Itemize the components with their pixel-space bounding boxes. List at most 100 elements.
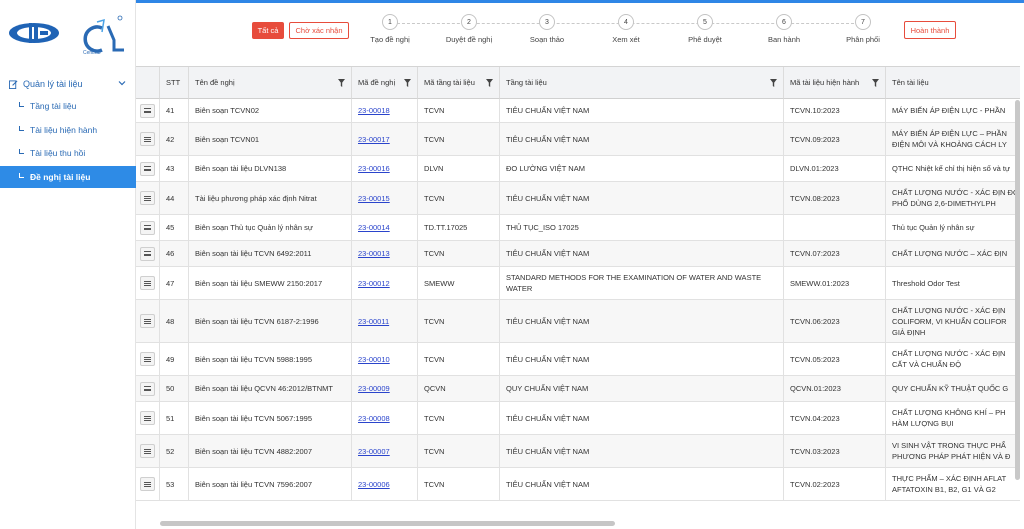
- row-menu-cell[interactable]: [136, 343, 160, 376]
- step-approve-proposal[interactable]: 2 Duyệt đề nghị: [434, 14, 504, 44]
- row-menu-button[interactable]: [140, 352, 155, 366]
- vertical-scrollbar[interactable]: [1015, 100, 1020, 480]
- logo-area: CenLab: [0, 0, 136, 66]
- proposal-code-cell[interactable]: 23-00014: [352, 215, 418, 241]
- row-menu-button[interactable]: [140, 220, 155, 235]
- tier-cell: TIÊU CHUẨN VIỆT NAM: [500, 99, 784, 123]
- row-menu-button[interactable]: [140, 161, 155, 176]
- stt-cell: 46: [160, 241, 189, 267]
- row-menu-button[interactable]: [140, 191, 155, 205]
- cell-text: CHẤT LƯỢNG KHÔNG KHÍ – PH HÀM LƯỢNG BỤI: [892, 408, 1006, 428]
- sidebar-item-document-tiers[interactable]: Tầng tài liệu: [0, 95, 136, 117]
- cell-text: TIÊU CHUẨN VIỆT NAM: [506, 134, 590, 144]
- filter-completed-button[interactable]: Hoàn thành: [904, 21, 956, 39]
- proposal-code-cell[interactable]: 23-00015: [352, 182, 418, 215]
- row-menu-button[interactable]: [140, 477, 155, 491]
- proposal-code-cell[interactable]: 23-00018: [352, 99, 418, 123]
- row-menu-cell[interactable]: [136, 300, 160, 343]
- cell-text: TCVN.07:2023: [790, 249, 840, 258]
- cell-text: TCVN: [424, 446, 445, 456]
- proposal-code-cell[interactable]: 23-00013: [352, 241, 418, 267]
- filter-icon[interactable]: [338, 79, 345, 87]
- filter-icon[interactable]: [486, 79, 493, 87]
- cell-text[interactable]: 23-00011: [358, 316, 389, 327]
- proposal-code-cell[interactable]: 23-00010: [352, 343, 418, 376]
- current-doc-code-cell: TCVN.05:2023: [784, 343, 886, 376]
- cell-text[interactable]: 23-00016: [358, 163, 390, 174]
- document-name-cell: Thủ tục Quản lý nhân sự: [886, 215, 1020, 241]
- cell-text[interactable]: 23-00017: [358, 134, 390, 145]
- step-issue[interactable]: 6 Ban hành: [749, 14, 819, 44]
- filter-all-button[interactable]: Tất cả: [252, 22, 284, 39]
- row-menu-button[interactable]: [140, 276, 155, 290]
- row-menu-button[interactable]: [140, 381, 155, 396]
- step-review[interactable]: 4 Xem xét: [591, 14, 661, 44]
- document-name-cell: Threshold Odor Test: [886, 267, 1020, 300]
- proposal-code-cell[interactable]: 23-00011: [352, 300, 418, 343]
- cell-text: TCVN.09:2023: [790, 134, 840, 144]
- cell-text[interactable]: 23-00010: [358, 354, 390, 365]
- cell-text: STANDARD METHODS FOR THE EXAMINATION OF …: [506, 273, 762, 293]
- row-menu-button[interactable]: [140, 444, 155, 458]
- proposal-code-cell[interactable]: 23-00012: [352, 267, 418, 300]
- cell-text[interactable]: 23-00006: [358, 479, 390, 490]
- menu-group-document-management[interactable]: Quản lý tài liệu: [0, 75, 136, 93]
- row-menu-button[interactable]: [140, 314, 155, 328]
- tier-cell: TIÊU CHUẨN VIỆT NAM: [500, 182, 784, 215]
- cell-text[interactable]: 23-00015: [358, 193, 390, 204]
- stt-cell: 52: [160, 435, 189, 468]
- step-create-proposal[interactable]: 1 Tạo đề nghị: [355, 14, 425, 44]
- cell-text[interactable]: 23-00014: [358, 222, 390, 233]
- proposal-code-cell[interactable]: 23-00009: [352, 376, 418, 402]
- cell-text: Thủ tục Quản lý nhân sự: [892, 223, 975, 232]
- step-drafting[interactable]: 3 Soạn thảo: [512, 14, 582, 44]
- row-menu-cell[interactable]: [136, 99, 160, 123]
- sidebar-item-current-documents[interactable]: Tài liệu hiện hành: [0, 119, 136, 141]
- tier-cell: TIÊU CHUẨN VIỆT NAM: [500, 468, 784, 501]
- column-header-label: Mã tầng tài liệu: [424, 78, 475, 87]
- sidebar-item-revoked-documents[interactable]: Tài liệu thu hồi: [0, 142, 136, 164]
- hamburger-icon: [144, 195, 151, 201]
- cell-text[interactable]: 23-00013: [358, 248, 390, 259]
- cell-text: TCVN.10:2023: [790, 106, 840, 115]
- sidebar-item-document-proposals[interactable]: Đề nghị tài liệu: [0, 166, 136, 188]
- proposal-code-cell[interactable]: 23-00008: [352, 402, 418, 435]
- row-menu-cell[interactable]: [136, 402, 160, 435]
- cell-text: VI SINH VẬT TRONG THỰC PHẨ PHƯƠNG PHÁP P…: [892, 441, 1011, 461]
- row-menu-cell[interactable]: [136, 123, 160, 156]
- filter-icon[interactable]: [872, 79, 879, 87]
- row-menu-button[interactable]: [140, 132, 155, 146]
- proposal-code-cell[interactable]: 23-00007: [352, 435, 418, 468]
- row-menu-cell[interactable]: [136, 182, 160, 215]
- step-distribution[interactable]: 7 Phân phối: [828, 14, 898, 44]
- cell-text[interactable]: 23-00008: [358, 413, 390, 424]
- proposal-code-cell[interactable]: 23-00016: [352, 156, 418, 182]
- step-approval[interactable]: 5 Phê duyệt: [670, 14, 740, 44]
- tier-code-cell: TCVN: [418, 468, 500, 501]
- row-menu-button[interactable]: [140, 103, 155, 118]
- proposal-name-cell: Biên soạn tài liệu DLVN138: [189, 156, 352, 182]
- row-menu-cell[interactable]: [136, 468, 160, 501]
- cell-text[interactable]: 23-00009: [358, 383, 390, 394]
- row-menu-button[interactable]: [140, 246, 155, 261]
- cell-text[interactable]: 23-00018: [358, 105, 390, 116]
- cell-text[interactable]: 23-00012: [358, 278, 390, 289]
- horizontal-scrollbar[interactable]: [160, 521, 615, 526]
- proposal-code-cell[interactable]: 23-00006: [352, 468, 418, 501]
- row-menu-cell[interactable]: [136, 435, 160, 468]
- row-menu-cell[interactable]: [136, 241, 160, 267]
- cell-text[interactable]: 23-00007: [358, 446, 390, 457]
- row-menu-button[interactable]: [140, 411, 155, 425]
- tier-code-cell: TCVN: [418, 402, 500, 435]
- row-menu-cell[interactable]: [136, 267, 160, 300]
- filter-icon[interactable]: [770, 79, 777, 87]
- filter-icon[interactable]: [404, 79, 411, 87]
- filter-pending-button[interactable]: Chờ xác nhận: [289, 22, 349, 39]
- proposal-code-cell[interactable]: 23-00017: [352, 123, 418, 156]
- row-menu-cell[interactable]: [136, 376, 160, 402]
- stt-cell: 53: [160, 468, 189, 501]
- cell-text: Biên soạn tài liệu TCVN 5988:1995: [195, 354, 313, 364]
- row-menu-cell[interactable]: [136, 215, 160, 241]
- tier-code-cell: TCVN: [418, 99, 500, 123]
- row-menu-cell[interactable]: [136, 156, 160, 182]
